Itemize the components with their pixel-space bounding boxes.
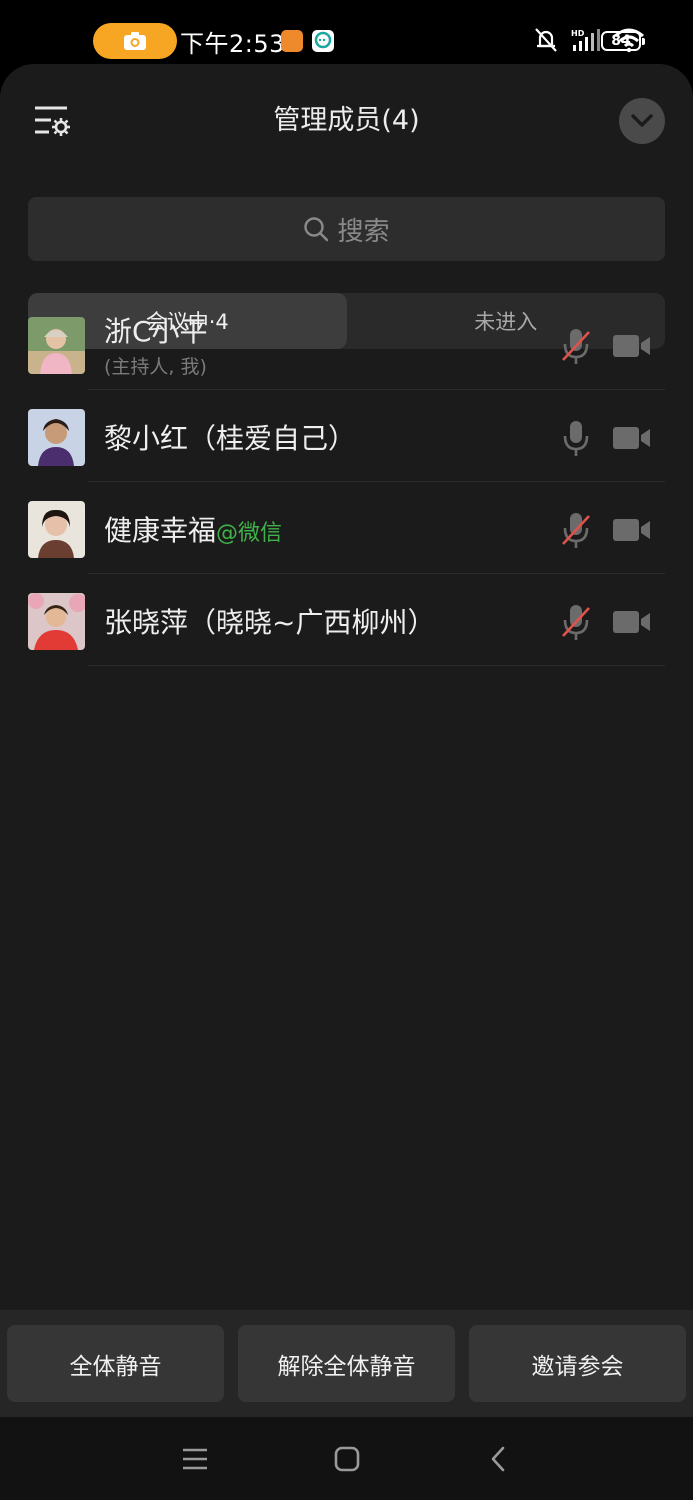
hd-signal-icon: HD [571,29,600,51]
status-time: 下午2:53 [180,30,285,58]
member-row[interactable]: 黎小红（桂爱自己） [0,390,693,482]
member-row[interactable]: 浙C小平 (主持人, 我) [0,298,693,390]
member-name: 健康幸福@微信 [104,509,282,549]
member-name: 浙C小平 [104,315,208,348]
avatar [28,593,85,650]
mic-muted-icon[interactable] [559,602,593,642]
member-row[interactable]: 张晓萍（晓晓~广西柳州） [0,574,693,666]
mic-muted-icon[interactable] [559,510,593,550]
wechat-tag: @微信 [216,521,283,546]
unmute-all-button[interactable]: 解除全体静音 [238,1325,455,1402]
svg-text:HD: HD [571,29,585,38]
camera-record-icon [124,32,146,50]
app-orange-icon [281,30,303,52]
member-name-text: 健康幸福 [104,514,217,547]
member-name: 黎小红（桂爱自己） [104,422,357,455]
camera-off-icon[interactable] [612,608,652,636]
collapse-button[interactable] [619,98,665,144]
search-placeholder: 搜索 [337,216,390,247]
search-input[interactable]: 搜索 [28,197,665,261]
avatar [28,317,85,374]
mute-all-button[interactable]: 全体静音 [7,1325,224,1402]
mic-muted-icon[interactable] [559,326,593,366]
member-name: 张晓萍（晓晓~广西柳州） [104,606,436,639]
search-icon [304,217,329,242]
camera-off-icon[interactable] [612,332,652,360]
member-row[interactable]: 健康幸福@微信 [0,482,693,574]
mute-bell-icon [535,28,557,52]
avatar [28,501,85,558]
panel-title: 管理成员(4) [273,105,420,136]
screen-record-pill[interactable] [93,23,177,59]
invite-button[interactable]: 邀请参会 [469,1325,686,1402]
member-list: 浙C小平 (主持人, 我) 黎小红（桂爱自己） 健康幸福@微信 张晓萍（晓晓~广… [0,298,693,666]
app-chat-icon [312,30,334,52]
mic-on-icon[interactable] [559,418,593,458]
system-nav-bar [0,1417,693,1500]
member-role: (主持人, 我) [104,356,207,378]
action-footer: 全体静音 解除全体静音 邀请参会 [0,1310,693,1417]
member-panel: 管理成员(4) 搜索 会议中·4 未进入 [0,64,693,1417]
avatar [28,409,85,466]
camera-off-icon[interactable] [612,516,652,544]
battery-icon: 84 [601,31,645,51]
menu-icon[interactable] [180,1444,210,1474]
chevron-down-icon [631,114,653,127]
camera-off-icon[interactable] [612,424,652,452]
divider [88,665,665,666]
home-icon[interactable] [332,1444,362,1474]
back-icon[interactable] [484,1444,514,1474]
